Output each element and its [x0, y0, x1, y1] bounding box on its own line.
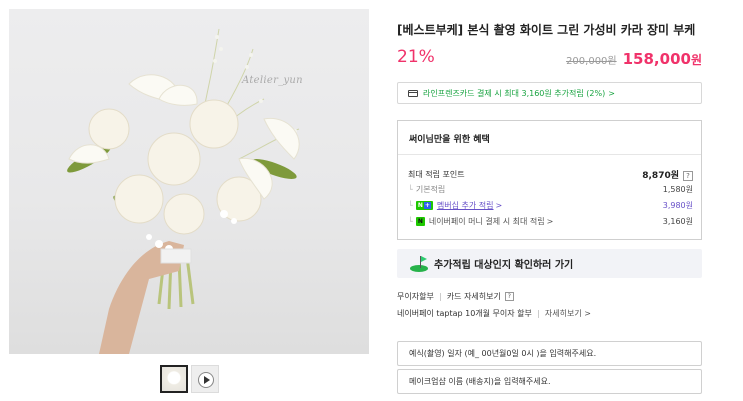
- golf-flag-icon: [410, 255, 428, 272]
- installment-label: 무이자할부: [397, 292, 434, 301]
- benefit-value: 1,580원: [662, 185, 693, 194]
- thumbnail-video[interactable]: [191, 365, 219, 393]
- benefit-label: 기본적립: [415, 185, 446, 194]
- naverpay-link[interactable]: 네이버페이 머니 결제 시 최대 적립: [429, 216, 545, 227]
- check-extra-points-button[interactable]: 추가적립 대상인지 확인하러 가기: [397, 249, 702, 278]
- benefit-value: 3,160원: [662, 217, 693, 226]
- card-details-link[interactable]: 카드 자세히보기: [447, 291, 501, 302]
- installment-row: 무이자할부 카드 자세히보기 ?: [397, 291, 514, 302]
- sale-price: 158,000: [622, 50, 691, 68]
- watermark-text: Atelier_yun: [242, 75, 303, 86]
- tree-branch-icon: └: [408, 217, 413, 226]
- naverpay-installment-text: 네이버페이 taptap 10개월 무이자 할부: [397, 309, 532, 318]
- price-block: 200,000원 158,000원: [566, 49, 702, 68]
- ceremony-date-input[interactable]: [397, 341, 702, 366]
- original-price: 200,000: [566, 56, 608, 67]
- product-info-panel: [베스트부케] 본식 촬영 화이트 그린 가성비 카라 장미 부케 21% 20…: [397, 0, 702, 401]
- benefit-row-basic: └ 기본적립 1,580원: [408, 184, 693, 195]
- details-link[interactable]: 자세히보기 >: [545, 308, 591, 319]
- bouquet-thumbnail-icon: [162, 367, 186, 391]
- naver-pay-badge-icon: N: [415, 217, 425, 226]
- benefit-value: 3,980원: [662, 201, 693, 210]
- membership-link[interactable]: 멤버십 추가 적립: [437, 200, 494, 211]
- benefits-heading: 써이님만을 위한 혜택: [409, 135, 490, 145]
- max-points-value: 8,870원: [642, 171, 679, 181]
- chevron-right-icon: >: [546, 217, 554, 226]
- discount-rate: 21%: [397, 47, 435, 67]
- help-icon[interactable]: ?: [683, 171, 693, 181]
- chevron-right-icon: >: [608, 88, 615, 98]
- check-banner-text: 추가적립 대상인지 확인하러 가기: [434, 260, 574, 271]
- separator: [439, 292, 441, 301]
- original-price-unit: 원: [607, 56, 617, 67]
- product-title: [베스트부케] 본식 촬영 화이트 그린 가성비 카라 장미 부케: [397, 23, 696, 37]
- benefits-divider: [398, 154, 701, 155]
- tree-branch-icon: └: [408, 185, 413, 194]
- bouquet-illustration: [67, 28, 300, 354]
- card-promo-text: 라인프렌즈카드 결제 시 최대 3,160원 추가적립 (2%): [423, 88, 606, 98]
- max-points-label: 최대 적립 포인트: [408, 170, 465, 179]
- benefit-row-membership[interactable]: └ N + 멤버십 추가 적립 > 3,980원: [408, 200, 693, 211]
- chevron-right-icon: >: [495, 201, 503, 210]
- help-icon[interactable]: ?: [504, 292, 514, 301]
- max-points-row: 최대 적립 포인트 8,870원?: [408, 168, 693, 181]
- makeup-shop-input[interactable]: [397, 369, 702, 394]
- card-promo-banner[interactable]: 라인프렌즈카드 결제 시 최대 3,160원 추가적립 (2%) >: [397, 82, 702, 104]
- benefit-row-naverpay[interactable]: └ N 네이버페이 머니 결제 시 최대 적립 > 3,160원: [408, 216, 693, 227]
- separator: [537, 309, 539, 318]
- thumbnail-image[interactable]: [160, 365, 188, 393]
- naverpay-installment-row: 네이버페이 taptap 10개월 무이자 할부 자세히보기 >: [397, 308, 591, 319]
- tree-branch-icon: └: [408, 201, 413, 210]
- product-main-image[interactable]: Atelier_yun: [9, 9, 369, 354]
- naver-plus-badge-icon: N +: [415, 201, 433, 210]
- thumbnail-strip: [160, 365, 219, 393]
- play-icon: [198, 372, 214, 388]
- credit-card-icon: [408, 89, 418, 97]
- sale-price-unit: 원: [690, 53, 702, 67]
